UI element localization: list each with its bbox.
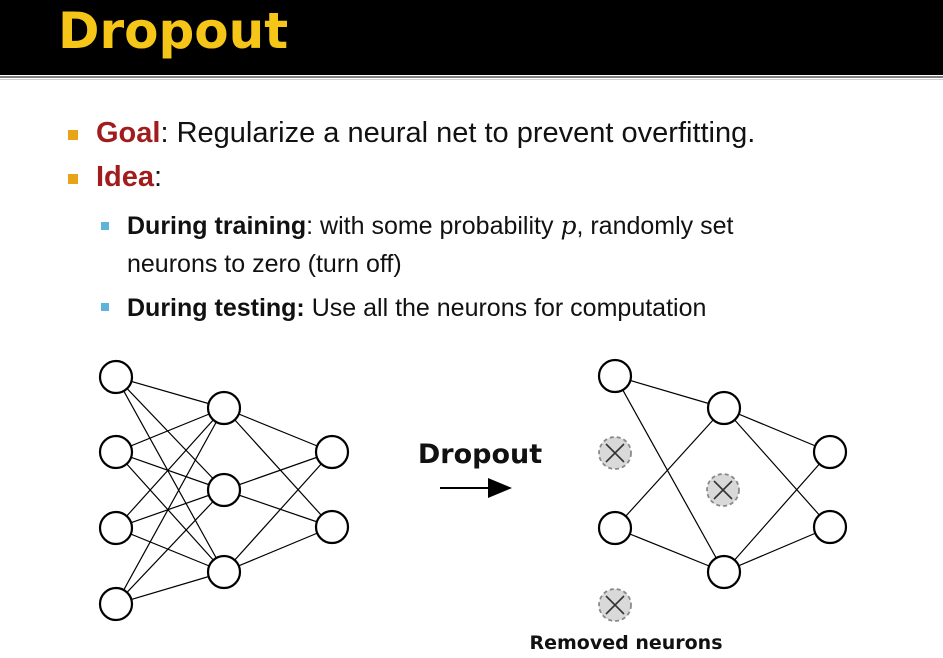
full-network [98, 359, 350, 622]
dropout-network [597, 358, 848, 622]
hidden-neuron [206, 472, 242, 508]
removed-neuron-icon [598, 436, 632, 470]
input-neuron [98, 434, 134, 470]
dropout-network-neurons [597, 358, 848, 590]
input-neuron [597, 510, 633, 546]
input-neuron [98, 510, 134, 546]
output-neuron [314, 434, 350, 470]
hidden-neuron [706, 554, 742, 590]
hidden-neuron [206, 554, 242, 590]
output-neuron [314, 509, 350, 545]
hidden-neuron [206, 390, 242, 426]
input-neuron [597, 358, 633, 394]
removed-neuron-icon [706, 473, 740, 507]
hidden-neuron [706, 390, 742, 426]
input-neuron [98, 586, 134, 622]
output-neuron [812, 509, 848, 545]
input-neuron [98, 359, 134, 395]
removed-neurons-label: Removed neurons [529, 632, 722, 654]
dropout-arrow-label: Dropout [418, 439, 542, 470]
dropout-diagram: Dropout Removed neurons [98, 358, 848, 654]
removed-neuron-icon [598, 588, 632, 622]
output-neuron [812, 434, 848, 470]
